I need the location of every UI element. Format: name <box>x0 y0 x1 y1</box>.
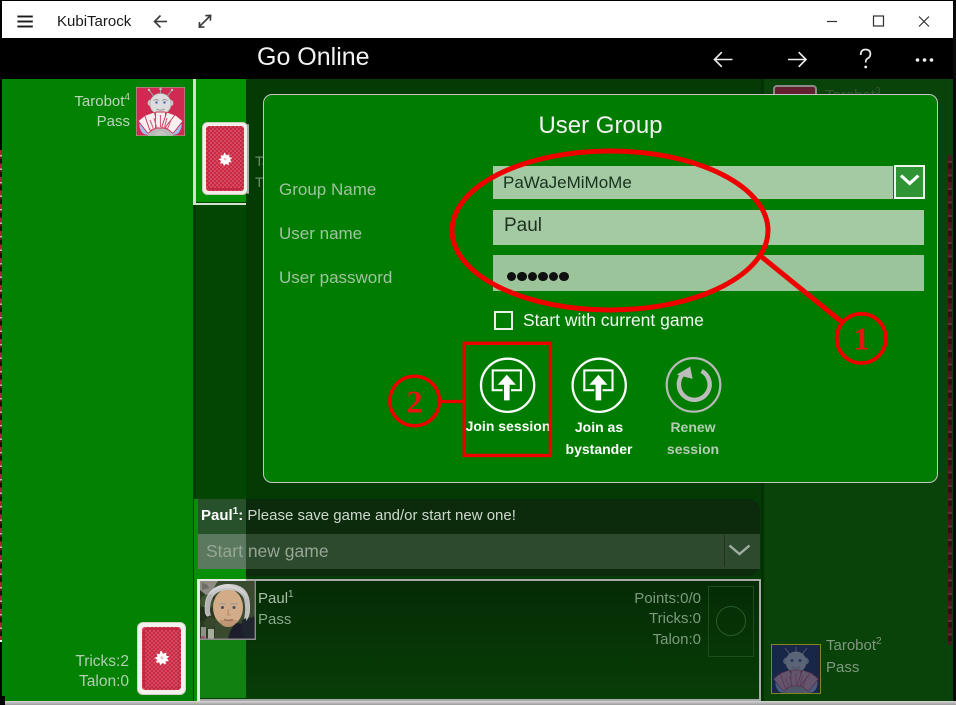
svg-text:1: 1 <box>854 321 870 357</box>
svg-text:2: 2 <box>407 384 423 420</box>
